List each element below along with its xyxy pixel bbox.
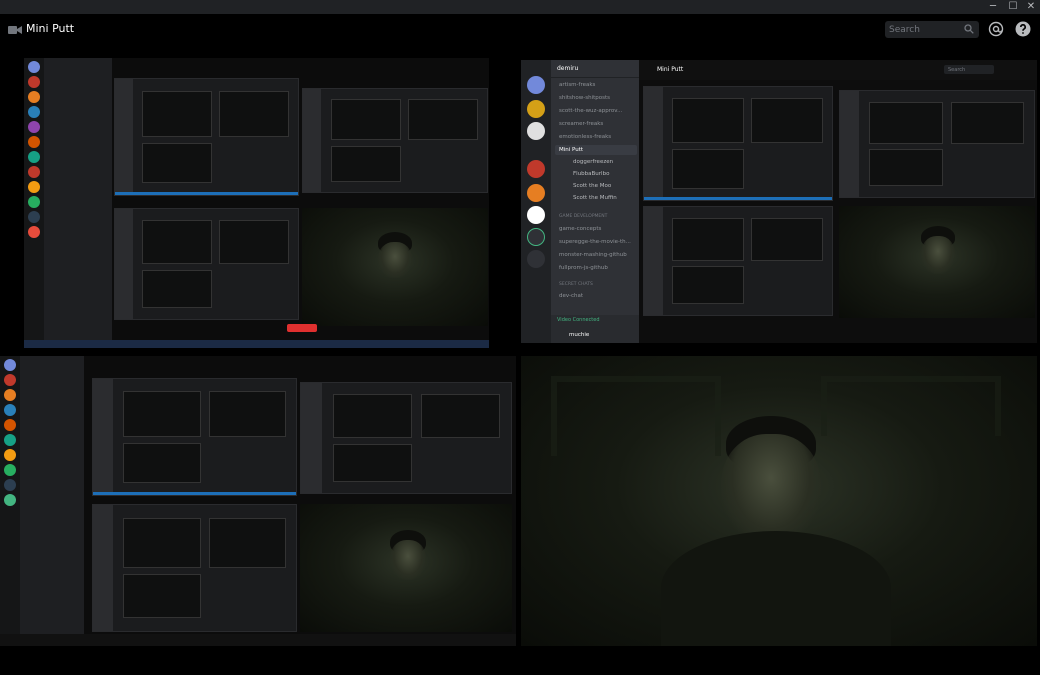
camera-icon — [8, 26, 22, 34]
user-panel: muchie — [551, 329, 639, 343]
channel-item[interactable]: screamer-freaks — [555, 119, 637, 129]
webcam-feed — [521, 356, 1037, 646]
stream-preview — [0, 356, 516, 646]
channel-item[interactable]: shitshow-shitposts — [555, 93, 637, 103]
stream-channel-title: Mini Putt — [657, 66, 684, 73]
close-window-button[interactable]: ✕ — [1022, 0, 1040, 14]
search-icon[interactable] — [964, 24, 974, 34]
channel-item[interactable]: fullprom-js-github — [555, 263, 637, 273]
video-tile-stream-1[interactable] — [24, 58, 489, 348]
search-input[interactable] — [885, 21, 965, 38]
minimize-button[interactable]: ─ — [984, 0, 1002, 14]
stream-search: Search — [944, 65, 994, 74]
video-tile-webcam[interactable] — [521, 356, 1037, 646]
at-icon[interactable] — [988, 21, 1004, 37]
call-header: Mini Putt — [0, 14, 1040, 46]
channel-sidebar — [44, 58, 112, 348]
category-header[interactable]: GAME DEVELOPMENT — [555, 212, 637, 222]
stream-main-area — [84, 356, 516, 646]
channel-item[interactable]: emotionless-freaks — [555, 132, 637, 142]
channel-item[interactable]: monster-mashing-github — [555, 250, 637, 260]
help-icon[interactable] — [1015, 21, 1031, 37]
channel-item[interactable]: game-concepts — [555, 224, 637, 234]
channel-sidebar — [20, 356, 84, 646]
search-box[interactable] — [885, 21, 979, 38]
channel-sidebar: demiru artism-freaks shitshow-shitposts … — [551, 60, 639, 343]
channel-item[interactable]: scott-the-wuz-approv... — [555, 106, 637, 116]
stream-main-area — [112, 58, 489, 348]
stream-preview — [24, 58, 489, 348]
channel-item[interactable]: superegge-the-movie-th... — [555, 237, 637, 247]
stream-preview: demiru artism-freaks shitshow-shitposts … — [521, 60, 1037, 343]
server-list — [521, 60, 551, 343]
server-list — [0, 356, 20, 646]
channel-item[interactable]: artism-freaks — [555, 80, 637, 90]
voice-channel-item[interactable]: Mini Putt — [555, 145, 637, 155]
server-list — [24, 58, 44, 348]
voice-user[interactable]: Scott the Moo — [555, 181, 637, 191]
video-tile-stream-3[interactable] — [0, 356, 516, 646]
voice-status: Video Connected — [551, 315, 639, 329]
window-titlebar: ─ ☐ ✕ — [0, 0, 1040, 14]
voice-user[interactable]: Scott the Muffin — [555, 193, 637, 203]
channel-item[interactable]: dev-chat — [555, 291, 637, 301]
video-tile-stream-2[interactable]: demiru artism-freaks shitshow-shitposts … — [521, 60, 1037, 343]
voice-user[interactable]: FlubbaBurlbo — [555, 169, 637, 179]
server-name: demiru — [551, 60, 639, 78]
category-header[interactable]: SECRET CHATS — [555, 280, 637, 290]
channel-title: Mini Putt — [26, 22, 75, 35]
voice-user[interactable]: doggerfreezen — [555, 157, 637, 167]
maximize-button[interactable]: ☐ — [1004, 0, 1022, 14]
